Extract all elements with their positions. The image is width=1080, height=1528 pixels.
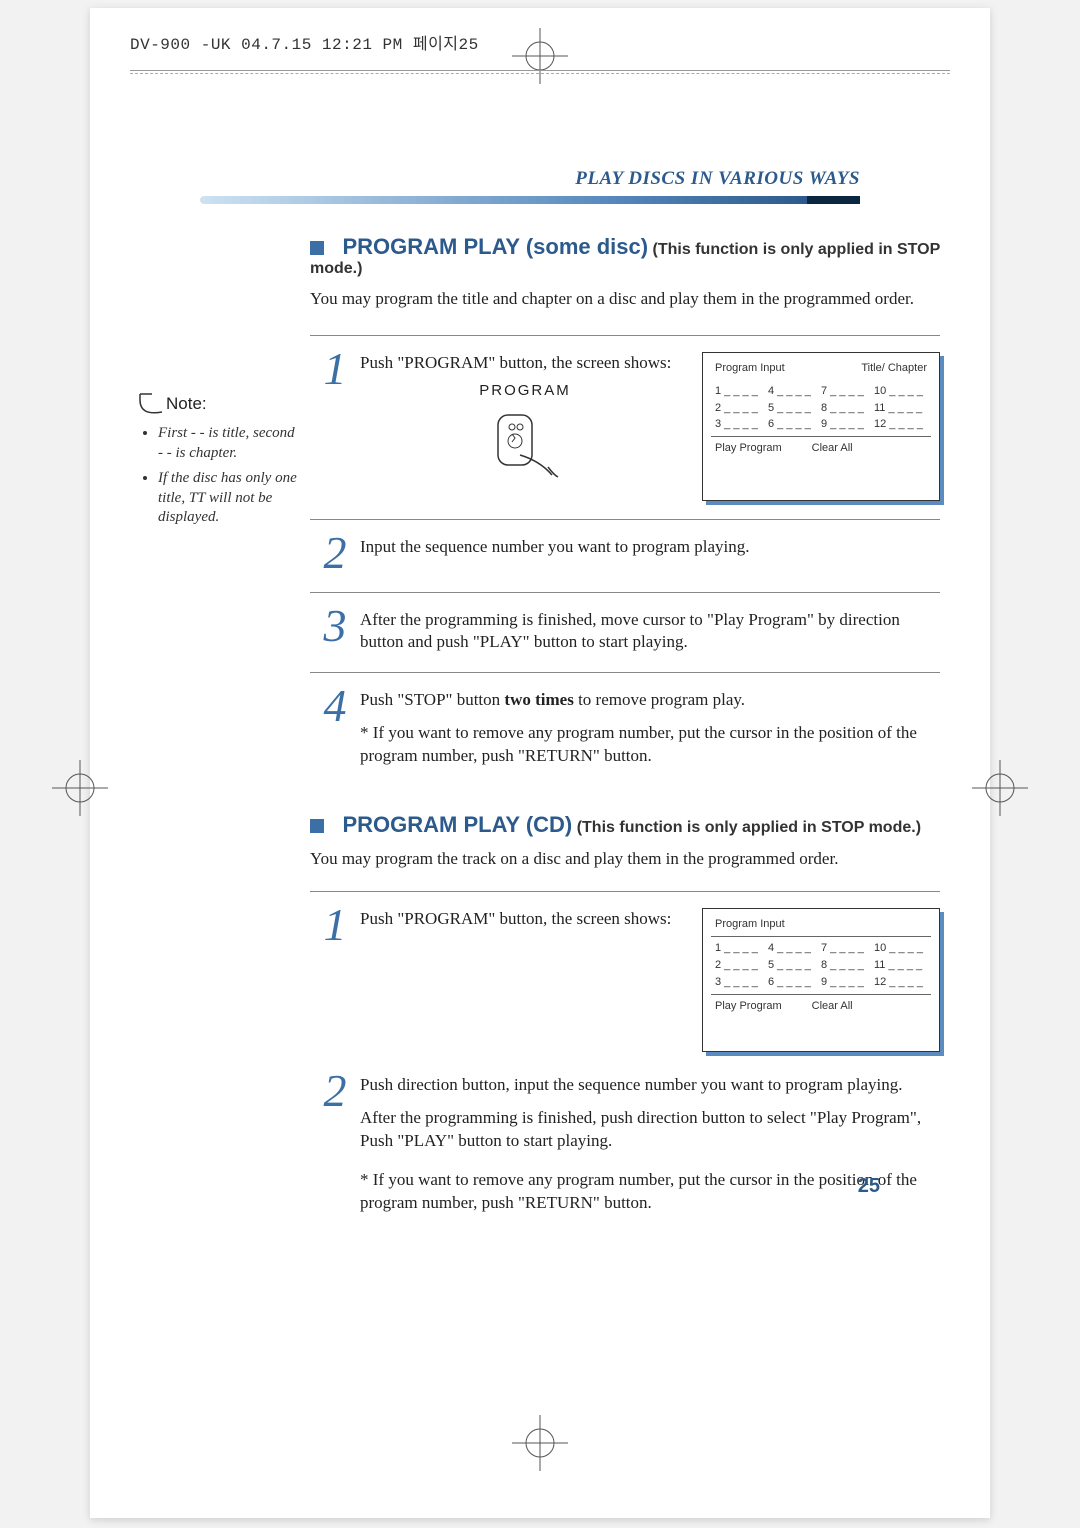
square-bullet-icon	[310, 241, 324, 255]
panel-cell: 9 _ _ _ _	[821, 417, 874, 432]
panel-cell: 4 _ _ _ _	[768, 384, 821, 399]
step-2: 2 Input the sequence number you want to …	[310, 519, 940, 591]
header-rule	[200, 196, 860, 204]
heading-strong: PROGRAM PLAY (CD)	[342, 812, 572, 837]
step-number: 2	[310, 1070, 360, 1215]
note-label: Note:	[150, 394, 300, 414]
panel-action-clear: Clear All	[812, 441, 853, 456]
panel-head-left: Program Input	[715, 917, 785, 932]
step-subtext: * If you want to remove any program numb…	[360, 722, 940, 768]
step-bold: two times	[504, 690, 573, 709]
note-item: If the disc has only one title, TT will …	[158, 469, 300, 528]
panel-cell: 2 _ _ _ _	[715, 958, 768, 973]
step-1: 1 Push "PROGRAM" button, the screen show…	[310, 891, 940, 1070]
heading-strong: PROGRAM PLAY (some disc)	[342, 234, 648, 259]
note-bracket-icon	[136, 390, 166, 420]
program-play-cd-heading: PROGRAM PLAY (CD) (This function is only…	[310, 812, 940, 838]
remote-illustration	[490, 409, 560, 486]
step-after: After the programming is finished, push …	[360, 1107, 940, 1153]
panel-cell: 8 _ _ _ _	[821, 958, 874, 973]
panel-cell: 11 _ _ _ _	[874, 958, 927, 973]
step-text-after: to remove program play.	[574, 690, 745, 709]
panel-cell: 11 _ _ _ _	[874, 401, 927, 416]
panel-head-left: Program Input	[715, 361, 785, 376]
crop-mark-top	[510, 26, 570, 91]
square-bullet-icon	[310, 819, 324, 833]
step-text: Input the sequence number you want to pr…	[360, 532, 940, 573]
page-number: 25	[858, 1175, 880, 1198]
panel-action-clear: Clear All	[812, 999, 853, 1014]
panel-cell: 9 _ _ _ _	[821, 975, 874, 990]
crop-mark-bottom	[510, 1413, 570, 1478]
panel-cell: 6 _ _ _ _	[768, 417, 821, 432]
print-header: DV-900 -UK 04.7.15 12:21 PM 페이지25	[130, 30, 479, 54]
panel-cell: 5 _ _ _ _	[768, 958, 821, 973]
step-subtext: * If you want to remove any program numb…	[360, 1169, 940, 1215]
panel-cell: 7 _ _ _ _	[821, 384, 874, 399]
panel-cell: 8 _ _ _ _	[821, 401, 874, 416]
program-input-screen: Program Input Title/ Chapter 1 _ _ _ _ 2…	[702, 352, 940, 501]
content-area: PLAY DISCS IN VARIOUS WAYS Note: First -…	[140, 168, 940, 1233]
step-number: 1	[310, 348, 360, 501]
step-text: Push direction button, input the sequenc…	[360, 1074, 940, 1097]
panel-cell: 10 _ _ _ _	[874, 941, 927, 956]
panel-cell: 4 _ _ _ _	[768, 941, 821, 956]
step-3: 3 After the programming is finished, mov…	[310, 592, 940, 673]
panel-cell: 12 _ _ _ _	[874, 417, 927, 432]
step-number: 2	[310, 532, 360, 573]
step-1: 1 Push "PROGRAM" button, the screen show…	[310, 335, 940, 519]
document-page: DV-900 -UK 04.7.15 12:21 PM 페이지25 PLAY D…	[90, 8, 990, 1518]
step-text: Push "STOP" button	[360, 690, 504, 709]
step-number: 3	[310, 605, 360, 655]
panel-cell: 2 _ _ _ _	[715, 401, 768, 416]
heading-note: (This function is only applied in STOP m…	[577, 819, 921, 836]
panel-action-play: Play Program	[715, 999, 782, 1014]
divider	[130, 73, 950, 74]
side-notes: Note: First - - is title, second - - is …	[140, 204, 310, 1233]
panel-cell: 3 _ _ _ _	[715, 417, 768, 432]
panel-cell: 7 _ _ _ _	[821, 941, 874, 956]
program-play-heading: PROGRAM PLAY (some disc) (This function …	[310, 234, 940, 278]
section-header: PLAY DISCS IN VARIOUS WAYS	[140, 168, 860, 190]
section-title: PLAY DISCS IN VARIOUS WAYS	[575, 168, 860, 189]
step-text: Push "PROGRAM" button, the screen shows:	[360, 908, 702, 1052]
step-text: After the programming is finished, move …	[360, 605, 940, 655]
panel-cell: 1 _ _ _ _	[715, 941, 768, 956]
crop-mark-left	[50, 758, 110, 823]
panel-action-play: Play Program	[715, 441, 782, 456]
intro-text: You may program the track on a disc and …	[310, 848, 940, 871]
panel-cell: 1 _ _ _ _	[715, 384, 768, 399]
divider	[130, 70, 950, 71]
main-column: PROGRAM PLAY (some disc) (This function …	[310, 204, 940, 1233]
panel-cell: 10 _ _ _ _	[874, 384, 927, 399]
step-number: 4	[310, 685, 360, 768]
crop-mark-right	[970, 758, 1030, 823]
panel-cell: 3 _ _ _ _	[715, 975, 768, 990]
note-label-text: Note:	[166, 394, 207, 413]
panel-head-right: Title/ Chapter	[861, 361, 927, 376]
note-item: First - - is title, second - - is chapte…	[158, 424, 300, 463]
program-input-screen: Program Input 1 _ _ _ _ 2 _ _ _ _ 3 _ _ …	[702, 908, 940, 1052]
panel-cell: 12 _ _ _ _	[874, 975, 927, 990]
panel-cell: 6 _ _ _ _	[768, 975, 821, 990]
program-label: PROGRAM	[360, 381, 690, 401]
intro-text: You may program the title and chapter on…	[310, 288, 940, 311]
step-2: 2 Push direction button, input the seque…	[310, 1070, 940, 1233]
panel-cell: 5 _ _ _ _	[768, 401, 821, 416]
step-number: 1	[310, 904, 360, 1052]
step-text: Push "PROGRAM" button, the screen shows:	[360, 352, 690, 375]
step-4: 4 Push "STOP" button two times to remove…	[310, 672, 940, 786]
